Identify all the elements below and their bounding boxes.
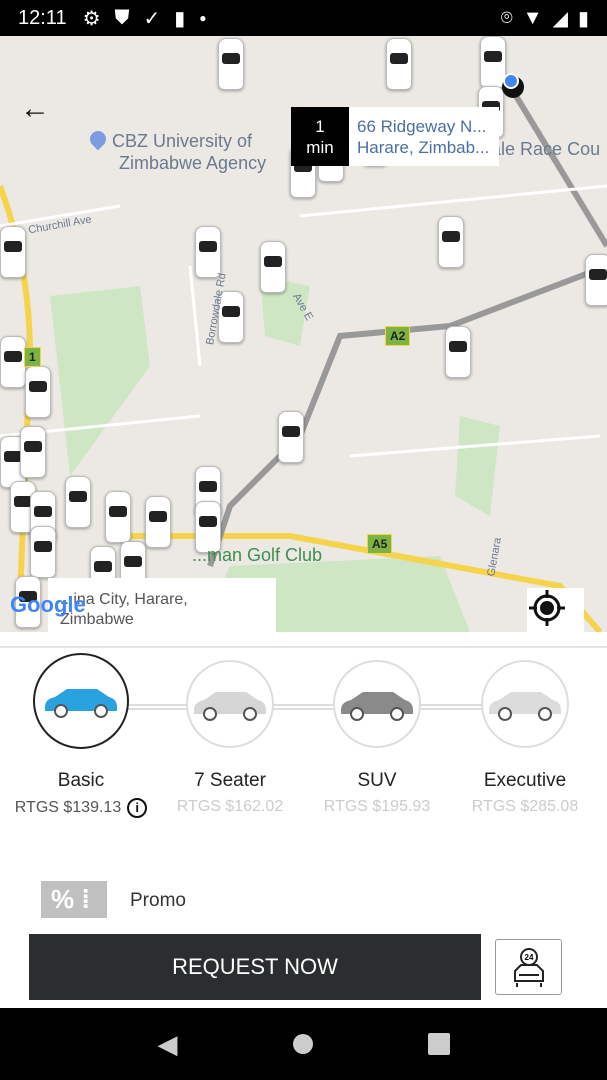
- driver-car-marker: [20, 426, 46, 478]
- map[interactable]: A2 A5 1 Churchill Ave Borrowdale Rd Glen…: [0, 36, 607, 632]
- google-logo: Google: [10, 592, 86, 617]
- crosshair-icon: [529, 590, 565, 626]
- price-text: RTGS $195.93: [323, 798, 431, 815]
- driver-car-marker: [438, 216, 464, 268]
- request-now-button[interactable]: REQUEST NOW: [29, 934, 481, 1000]
- poi-pin-icon: [86, 127, 110, 151]
- driver-car-marker: [25, 366, 51, 418]
- battery-icon: ▮: [577, 7, 589, 30]
- dot-icon: ●: [199, 11, 207, 25]
- poi-cbz[interactable]: CBZ University of Zimbabwe Agency: [86, 127, 267, 174]
- road-badge-a2: A2: [385, 326, 411, 346]
- driver-car-marker: [65, 476, 91, 528]
- road-badge-a5: A5: [367, 534, 393, 554]
- gear-icon: ⚙: [82, 7, 101, 30]
- promo-icon[interactable]: % ⁞: [41, 881, 107, 918]
- vehicle-name: Executive: [483, 770, 567, 791]
- vehicle-name: 7 Seater: [194, 770, 266, 791]
- info-icon[interactable]: i: [127, 798, 148, 818]
- driver-car-marker: [30, 526, 56, 578]
- destination-address[interactable]: 66 Ridgeway N... Harare, Zimbab...: [349, 107, 499, 166]
- vehicle-option-suv[interactable]: SUV RTGS $195.93: [302, 652, 452, 816]
- driver-car-marker: [386, 38, 412, 90]
- vehicle-price: RTGS $195.93: [302, 798, 452, 816]
- recents-nav-icon[interactable]: [427, 1033, 450, 1055]
- percent-icon: %: [51, 884, 75, 914]
- poi-label: CBZ University of: [112, 131, 253, 151]
- destination-line2: Harare, Zimbab...: [357, 138, 490, 157]
- poi-label: Zimbabwe Agency: [119, 153, 267, 173]
- driver-car-marker: [145, 496, 171, 548]
- driver-car-marker: [195, 226, 221, 278]
- signal-icon: ◢: [552, 7, 568, 30]
- price-text: RTGS $139.13: [14, 799, 122, 817]
- car-icon: [194, 692, 266, 721]
- wifi-icon: ▼: [522, 6, 543, 29]
- destination-line1: 66 Ridgeway N...: [357, 117, 487, 136]
- poi-golf-club[interactable]: ...man Golf Club: [192, 544, 322, 566]
- driver-car-marker: [105, 491, 131, 543]
- car-icon: [45, 689, 117, 718]
- current-location-dot-icon: [503, 73, 519, 89]
- vehicle-name: Basic: [57, 770, 105, 791]
- price-text: RTGS $162.02: [176, 798, 284, 815]
- status-bar: 12:11 ⚙ ⛊ ✓ ▮ ● ⌾ ▼ ◢ ▮: [0, 0, 607, 36]
- download-done-icon: ✓: [143, 7, 161, 30]
- divider: [0, 646, 607, 648]
- eta-box: 1 min: [291, 107, 349, 166]
- location-icon: ⌾: [500, 6, 513, 29]
- driver-car-marker: [278, 411, 304, 463]
- my-location-button[interactable]: [527, 588, 584, 632]
- poi-label: ...man Golf Club: [192, 545, 323, 565]
- vehicle-option-basic[interactable]: Basic RTGS $139.13 i: [6, 652, 156, 818]
- vehicle-option-executive[interactable]: Executive RTGS $285.08: [450, 652, 600, 816]
- driver-car-marker: [0, 226, 26, 278]
- driver-car-marker: [260, 241, 286, 293]
- car-icon: [341, 692, 413, 721]
- price-text: RTGS $285.08: [471, 798, 579, 815]
- car-24h-icon: 24: [513, 948, 544, 987]
- eta-unit: min: [306, 138, 334, 157]
- vehicle-circle: [481, 660, 569, 748]
- vehicle-circle: [186, 660, 274, 748]
- vehicle-option-7-seater[interactable]: 7 Seater RTGS $162.02: [155, 652, 305, 816]
- car-icon: [489, 692, 561, 721]
- vehicle-circle: [33, 653, 129, 749]
- shield-icon: ⛊: [114, 6, 130, 29]
- svg-text:24: 24: [524, 953, 533, 962]
- vehicle-circle: [333, 660, 421, 748]
- vehicle-price: RTGS $139.13 i: [6, 798, 156, 818]
- home-nav-icon[interactable]: [292, 1034, 313, 1054]
- road-badge-1: 1: [24, 347, 41, 367]
- vehicle-price: RTGS $162.02: [155, 798, 305, 816]
- back-nav-icon[interactable]: ◀: [158, 1029, 178, 1060]
- eta-value: 1: [315, 117, 325, 136]
- clock: 12:11: [18, 6, 67, 29]
- vehicle-price: RTGS $285.08: [450, 798, 600, 816]
- schedule-ride-button[interactable]: 24: [495, 939, 562, 995]
- promo-button[interactable]: Promo: [130, 890, 186, 912]
- back-button[interactable]: ←: [20, 92, 50, 126]
- sd-card-icon: ▮: [174, 7, 186, 30]
- driver-car-marker: [585, 254, 607, 306]
- driver-car-marker: [0, 336, 26, 388]
- driver-car-marker: [218, 38, 244, 90]
- driver-car-marker: [445, 326, 471, 378]
- android-nav-bar: ◀: [0, 1008, 607, 1080]
- vehicle-name: SUV: [357, 770, 397, 791]
